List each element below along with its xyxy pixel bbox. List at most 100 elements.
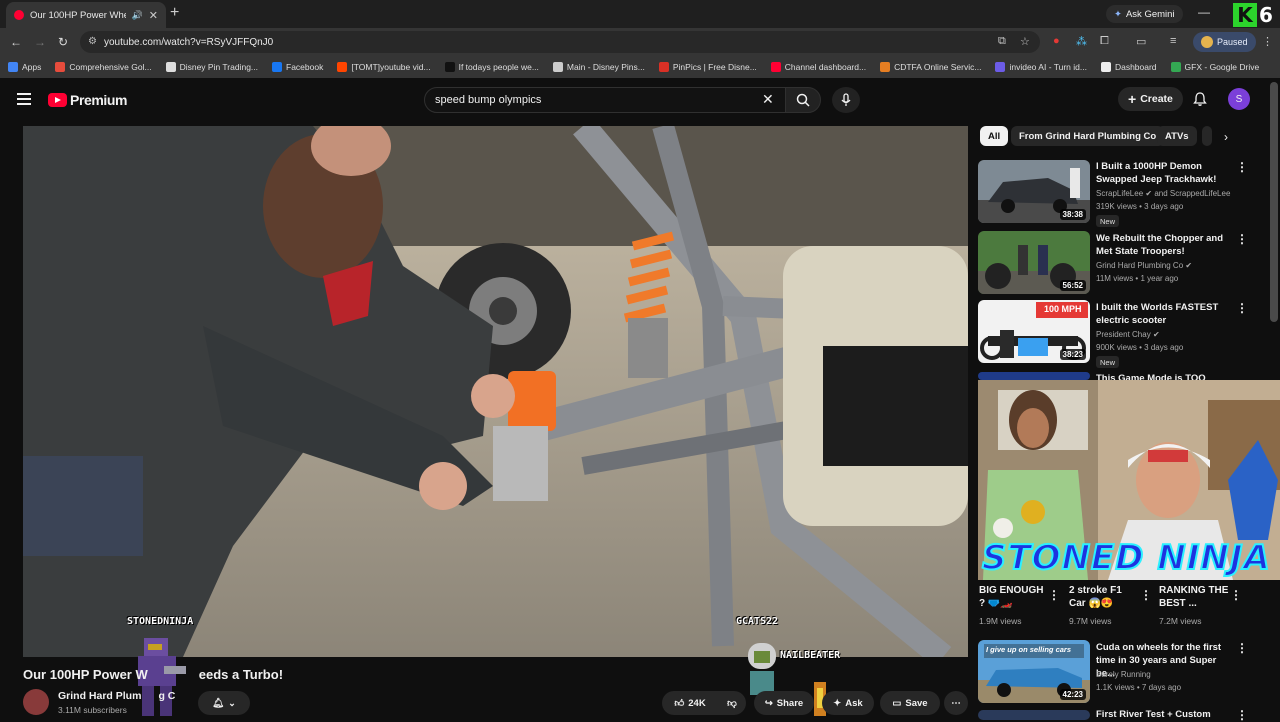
chevron-right-icon[interactable]: › (1224, 130, 1228, 144)
bookmark-favicon-icon (165, 62, 176, 72)
gemini-icon: ✦ (1114, 8, 1122, 20)
dislike-button[interactable]: 👎︎ (718, 691, 746, 715)
notification-bell-button[interactable]: 🔔︎ ⌄ (198, 691, 250, 715)
save-button[interactable]: ▭ Save (880, 691, 940, 715)
stoned-ninja-overlay-text: STONED NINJA (981, 537, 1271, 579)
rec-more-icon[interactable]: ⋮ (1236, 232, 1248, 246)
rec-title[interactable]: This Game Mode is TOO MUCH (1096, 372, 1236, 380)
rec-channel[interactable]: Barely Running (1096, 670, 1151, 679)
extensions-puzzle-icon[interactable]: ⧠ (1100, 35, 1109, 48)
rec-title[interactable]: We Rebuilt the Chopper and Met State Tro… (1096, 232, 1236, 258)
rec-channel[interactable]: President Chay ✔︎ (1096, 330, 1160, 339)
search-input[interactable]: speed bump olympics (424, 87, 786, 113)
rec-more-icon[interactable]: ⋮ (1236, 301, 1248, 315)
short-title[interactable]: BIG ENOUGH ? 🩲🏎️ (979, 584, 1049, 610)
rec-channel[interactable]: Grind Hard Plumbing Co ✔︎ (1096, 261, 1192, 270)
minimize-icon[interactable]: — (1198, 5, 1210, 19)
rec-meta: 1.1K views • 7 days ago (1096, 683, 1182, 692)
short-more-icon[interactable]: ⋮ (1230, 588, 1242, 602)
bookmark-item[interactable]: Channel dashboard... (770, 62, 866, 72)
ask-button[interactable]: ✦ Ask (822, 691, 874, 715)
bookmark-item[interactable]: invideo AI - Turn id... (995, 62, 1087, 72)
voice-search-button[interactable] (832, 87, 860, 113)
browser-toolbar: ← → ↻ ⚙ youtube.com/watch?v=RSyVJFFQnJ0 … (0, 28, 1280, 56)
youtube-logo[interactable]: Premium (48, 92, 128, 108)
bookmark-favicon-icon (1170, 62, 1181, 72)
chip-from-channel[interactable]: From Grind Hard Plumbing Co (1011, 126, 1165, 146)
rec-channel[interactable]: ScrapLifeLee ✔︎ and ScrappedLifeLee (1096, 189, 1230, 198)
ask-gemini-button[interactable]: ✦ Ask Gemini (1106, 5, 1183, 23)
tab-search-icon[interactable]: ▭ (1136, 35, 1146, 48)
bookmark-star-icon[interactable]: ☆ (1020, 35, 1030, 48)
video-player[interactable]: STONEDNINJA GCATS22 (23, 126, 968, 657)
forward-icon[interactable]: → (34, 35, 46, 49)
create-button[interactable]: + Create (1118, 87, 1183, 111)
bookmark-item[interactable]: CDTFA Online Servic... (880, 62, 981, 72)
share-button[interactable]: ↪ Share (754, 691, 814, 715)
rec-title[interactable]: I built the Worlds FASTEST electric scoo… (1096, 301, 1236, 327)
more-actions-button[interactable]: ⋯ (944, 691, 968, 715)
bookmark-item[interactable]: Dashboard (1100, 62, 1157, 72)
youtube-favicon-icon (14, 10, 24, 20)
chip-atvs[interactable]: ATVs (1157, 126, 1197, 146)
rec-thumbnail[interactable]: 38:38 (978, 160, 1090, 223)
extension-red-icon[interactable]: ● (1053, 35, 1060, 47)
short-more-icon[interactable]: ⋮ (1140, 588, 1152, 602)
new-tab-button[interactable]: + (170, 4, 179, 22)
short-title[interactable]: RANKING THE BEST ... (1159, 584, 1229, 610)
install-app-icon[interactable]: ⧉ (998, 35, 1006, 48)
rec-title[interactable]: I Built a 1000HP Demon Swapped Jeep Trac… (1096, 160, 1236, 186)
bookmark-item[interactable]: GFX - Google Drive (1170, 62, 1259, 72)
rec-more-icon[interactable]: ⋮ (1236, 641, 1248, 655)
bookmark-item[interactable]: If todays people we... (444, 62, 539, 72)
youtube-play-icon (48, 93, 67, 107)
rec-thumbnail[interactable] (978, 372, 1090, 380)
profile-paused-button[interactable]: Paused (1193, 32, 1256, 52)
sparkle-icon: ✦ (833, 697, 842, 709)
user-avatar[interactable]: S (1228, 88, 1250, 110)
microphone-icon (841, 93, 851, 106)
chip-all[interactable]: All (980, 126, 1009, 146)
address-bar[interactable]: ⚙ youtube.com/watch?v=RSyVJFFQnJ0 (80, 31, 1040, 53)
youtube-header: Premium speed bump olympics ✕ (0, 78, 1268, 122)
rec-title[interactable]: First River Test + Custom Trailer (1096, 708, 1236, 720)
browser-menu-icon[interactable]: ⋮ (1262, 35, 1273, 48)
rec-thumbnail[interactable] (978, 710, 1090, 720)
hamburger-menu-icon[interactable] (17, 93, 31, 105)
chip-partial[interactable] (1202, 126, 1212, 146)
search-button[interactable] (785, 87, 821, 113)
browser-tab[interactable]: Our 100HP Power Wheels N 🔊 ✕ (6, 2, 166, 28)
rec-thumbnail[interactable]: 100 MPH 38:23 (978, 300, 1090, 363)
rec-meta: 11M views • 1 year ago (1096, 274, 1179, 283)
channel-avatar[interactable] (23, 689, 49, 715)
channel-name[interactable]: Grind Hard Plum g C (58, 690, 175, 702)
notifications-bell-icon[interactable] (1192, 91, 1208, 107)
clear-search-icon[interactable]: ✕ (762, 91, 774, 108)
reading-list-icon[interactable]: ≡ (1170, 35, 1176, 47)
audio-icon[interactable]: 🔊 (132, 10, 143, 21)
kick-badge-number: 6 (1259, 3, 1273, 27)
extension-translate-icon[interactable]: ⁂ (1076, 35, 1087, 48)
short-title[interactable]: 2 stroke F1 Car 😱😍 (1069, 584, 1137, 610)
back-icon[interactable]: ← (10, 35, 22, 49)
rec-more-icon[interactable]: ⋮ (1236, 160, 1248, 174)
bookmark-item[interactable]: PinPics | Free Disne... (658, 62, 757, 72)
bookmark-item[interactable]: Comprehensive Gol... (55, 62, 152, 72)
like-button[interactable]: 👍︎ 24K (662, 691, 718, 715)
page-scrollbar[interactable] (1270, 82, 1278, 322)
reload-icon[interactable]: ↻ (58, 35, 68, 49)
save-icon: ▭ (892, 697, 902, 709)
short-more-icon[interactable]: ⋮ (1048, 588, 1060, 602)
site-info-icon[interactable]: ⚙ (88, 36, 97, 47)
rec-thumbnail[interactable]: 56:52 (978, 231, 1090, 294)
ask-gemini-label: Ask Gemini (1125, 8, 1175, 20)
bookmark-item[interactable]: Apps (8, 62, 41, 72)
bookmark-item[interactable]: Main - Disney Pins... (552, 62, 645, 72)
bookmark-favicon-icon (272, 62, 283, 72)
rec-thumbnail[interactable]: I give up on selling cars 42:23 (978, 640, 1090, 703)
bookmark-item[interactable]: Facebook (272, 62, 323, 72)
bookmark-item[interactable]: [TOMT]youtube vid... (337, 62, 431, 72)
close-tab-icon[interactable]: ✕ (149, 9, 158, 22)
bookmark-item[interactable]: Disney Pin Trading... (165, 62, 258, 72)
search-query: speed bump olympics (435, 94, 542, 106)
